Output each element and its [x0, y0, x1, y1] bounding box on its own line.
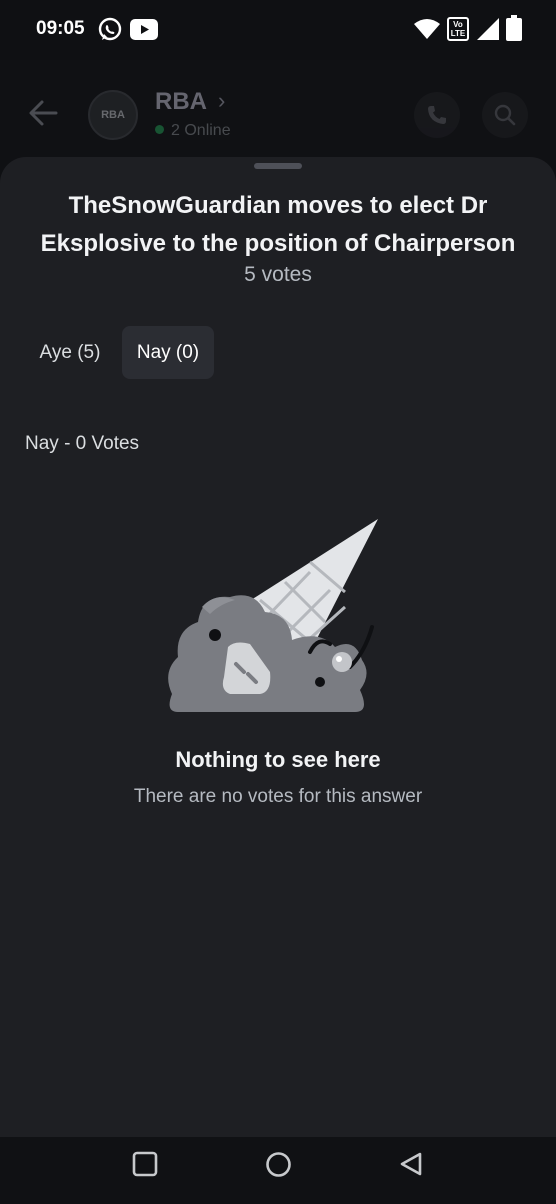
channel-name[interactable]: RBA [155, 88, 207, 116]
channel-avatar[interactable]: RBA [88, 90, 138, 140]
tab-aye[interactable]: Aye (5) [25, 326, 115, 379]
back-arrow-icon[interactable] [26, 96, 60, 130]
home-icon[interactable] [265, 1151, 292, 1178]
wifi-icon [414, 19, 440, 39]
signal-icon [477, 18, 499, 40]
online-dot [155, 125, 164, 134]
call-button[interactable] [414, 92, 460, 138]
online-count: 2 Online [155, 122, 231, 140]
empty-state-title: Nothing to see here [175, 747, 381, 772]
phone-icon [428, 106, 446, 124]
search-icon [494, 104, 516, 126]
status-time: 09:05 [36, 18, 85, 39]
chevron-right-icon: › [218, 88, 226, 113]
total-votes: 5 votes [244, 263, 312, 286]
system-nav-bar [0, 1137, 556, 1204]
section-label: Nay - 0 Votes [25, 433, 140, 454]
whatsapp-icon [98, 17, 122, 41]
tab-nay[interactable]: Nay (0) [122, 326, 214, 379]
recents-icon[interactable] [132, 1151, 158, 1177]
battery-icon [506, 15, 522, 41]
drag-handle[interactable] [254, 163, 302, 169]
volte-icon: Vo LTE [447, 17, 469, 41]
search-button[interactable] [482, 92, 528, 138]
dropped-ice-cream-illustration [168, 519, 378, 712]
poll-results-sheet: TheSnowGuardian moves to elect Dr Eksplo… [0, 157, 556, 1137]
status-bar: 09:05 Vo LTE [0, 0, 556, 60]
online-text: 2 Online [171, 122, 231, 139]
empty-state-subtitle: There are no votes for this answer [133, 786, 423, 807]
poll-question: TheSnowGuardian moves to elect Dr Eksplo… [40, 192, 516, 257]
back-icon[interactable] [398, 1151, 424, 1177]
channel-header [0, 60, 556, 160]
youtube-icon [130, 19, 158, 40]
